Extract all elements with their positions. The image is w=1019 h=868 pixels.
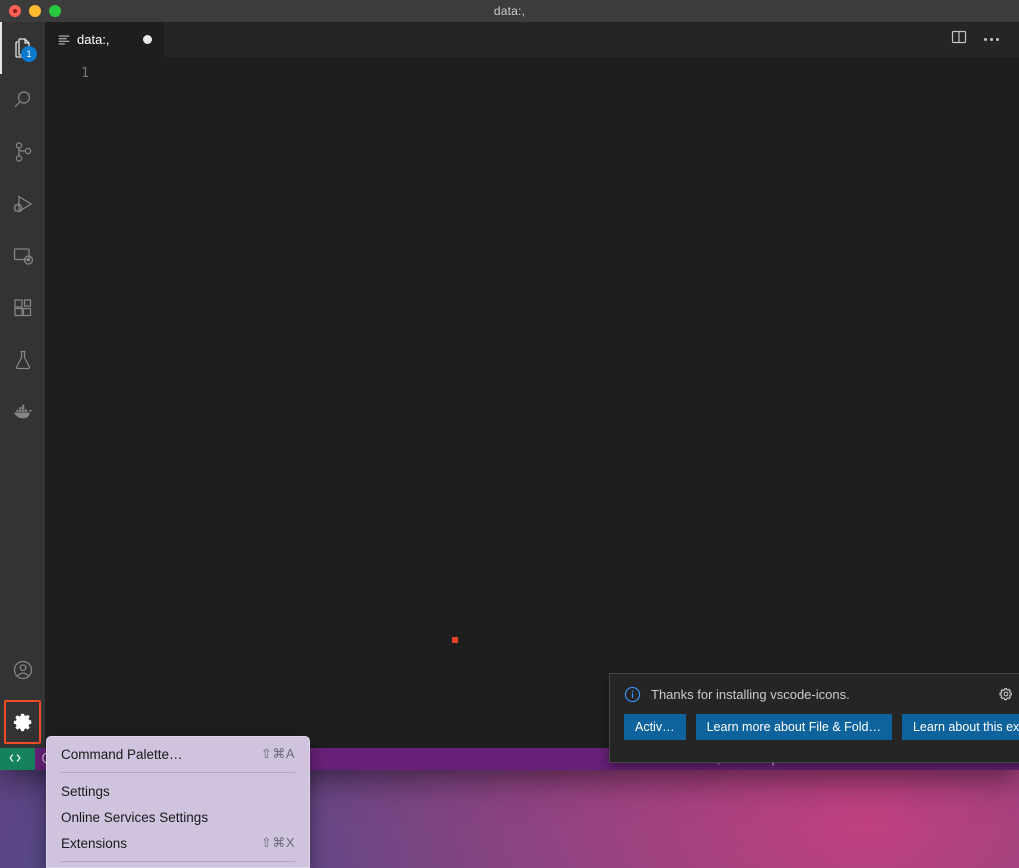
notification-button-activate[interactable]: Activ… <box>624 714 686 740</box>
notification-toast: Thanks for installing vscode-icons. Acti… <box>609 673 1019 763</box>
tab-bar: data:, <box>45 22 1019 57</box>
extensions-icon <box>11 296 35 320</box>
search-icon <box>11 88 35 112</box>
source-control-icon <box>11 140 35 164</box>
menu-item-settings[interactable]: Settings <box>47 778 309 804</box>
text-file-icon <box>57 33 71 47</box>
activity-bar-bottom <box>0 644 45 748</box>
remote-explorer-icon <box>11 244 35 268</box>
remote-indicator-icon <box>8 751 22 768</box>
notification-button-learn-extension[interactable]: Learn about this ext… <box>901 714 1019 740</box>
gear-icon <box>12 711 34 733</box>
menu-item-label: Online Services Settings <box>61 809 209 825</box>
cursor-marker <box>452 637 458 643</box>
manage-context-menu: Command Palette… ⇧⌘A Settings Online Ser… <box>46 736 310 868</box>
editor-group: data:, 1 Thanks for installing vscode-ic… <box>45 22 1019 763</box>
activity-item-accounts[interactable] <box>0 644 45 696</box>
editor-surface[interactable]: 1 <box>45 57 1019 748</box>
info-icon <box>622 684 642 704</box>
menu-item-command-palette[interactable]: Command Palette… ⇧⌘A <box>47 741 309 767</box>
status-remote-indicator[interactable] <box>0 748 35 770</box>
line-number-gutter: 1 <box>45 64 107 83</box>
activity-item-testing[interactable] <box>0 334 45 386</box>
menu-separator <box>61 772 295 773</box>
window-title: data:, <box>493 4 526 18</box>
split-editor-button[interactable] <box>945 22 973 57</box>
notification-button-learn-file-folder[interactable]: Learn more about File & Fold… <box>695 714 892 740</box>
tab-label: data:, <box>77 32 110 47</box>
split-editor-icon <box>951 29 967 50</box>
beaker-icon <box>11 348 35 372</box>
notification-settings-gear-icon[interactable] <box>996 684 1016 704</box>
run-debug-icon <box>11 192 35 216</box>
notification-message: Thanks for installing vscode-icons. <box>651 686 850 702</box>
tab-data[interactable]: data:, <box>45 22 165 57</box>
notification-header: Thanks for installing vscode-icons. <box>610 674 1019 714</box>
more-actions-button[interactable] <box>977 22 1005 57</box>
menu-item-label: Settings <box>61 783 110 799</box>
menu-item-label: Command Palette… <box>61 746 183 762</box>
menu-item-online-services-settings[interactable]: Online Services Settings <box>47 804 309 830</box>
activity-item-source-control[interactable] <box>0 126 45 178</box>
docker-whale-icon <box>10 399 36 425</box>
activity-item-manage[interactable] <box>0 696 45 748</box>
activity-item-explorer[interactable]: 1 <box>0 22 45 74</box>
activity-item-search[interactable] <box>0 74 45 126</box>
explorer-badge: 1 <box>21 46 37 62</box>
menu-separator <box>61 861 295 862</box>
tab-dirty-indicator[interactable] <box>143 35 152 44</box>
vscode-window: data:, 1 data:, 1 Thanks for installing … <box>0 0 1019 770</box>
account-icon <box>11 658 35 682</box>
activity-item-docker[interactable] <box>0 386 45 438</box>
more-actions-icon <box>983 38 999 41</box>
menu-item-label: Extensions <box>61 835 128 851</box>
activity-bar: 1 <box>0 22 45 748</box>
title-bar: data:, <box>0 0 1019 22</box>
notification-buttons: Activ… Learn more about File & Fold… Lea… <box>610 714 1019 752</box>
menu-item-extensions[interactable]: Extensions ⇧⌘X <box>47 830 309 856</box>
activity-item-remote-explorer[interactable] <box>0 230 45 282</box>
menu-item-shortcut: ⇧⌘A <box>260 746 295 761</box>
activity-item-extensions[interactable] <box>0 282 45 334</box>
activity-item-run-and-debug[interactable] <box>0 178 45 230</box>
editor-actions <box>945 22 1019 57</box>
menu-item-shortcut: ⇧⌘X <box>260 835 295 850</box>
line-number: 1 <box>81 66 89 81</box>
